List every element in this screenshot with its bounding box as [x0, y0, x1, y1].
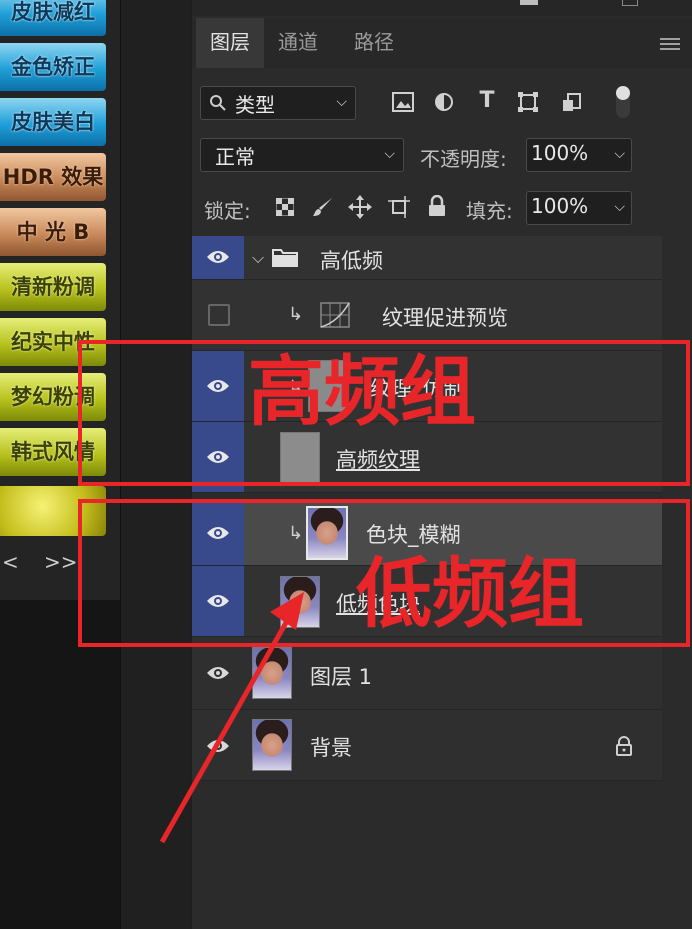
shape-filter-icon[interactable] [518, 92, 538, 112]
preset-button[interactable]: 皮肤美白 [0, 98, 106, 146]
prev-page-button[interactable]: < [2, 550, 19, 574]
eye-icon [207, 380, 229, 392]
visibility-toggle[interactable] [192, 501, 244, 565]
visibility-toggle[interactable] [192, 422, 244, 492]
filter-kind-select[interactable]: 类型 ⌵ [200, 86, 356, 120]
chevron-down-icon: ⌵ [336, 94, 347, 110]
lock-transparent-pixels-icon[interactable] [276, 198, 294, 216]
layer-name: 背景 [310, 736, 352, 760]
row-gap [192, 493, 662, 501]
opacity-label: 不透明度: [420, 147, 507, 171]
layer-name: 色块_模糊 [366, 523, 461, 547]
low-frequency-group-label: 低频组 [356, 549, 584, 638]
lock-label: 锁定: [204, 199, 251, 223]
folder-icon [272, 249, 298, 267]
panel-icon[interactable] [520, 0, 538, 5]
high-frequency-group-label: 高频组 [248, 347, 476, 436]
chevron-down-icon[interactable]: ⌵ [252, 248, 264, 268]
layer-thumbnail [252, 647, 292, 699]
chevron-down-icon[interactable]: ⌵ [614, 146, 625, 162]
lock-artboard-icon[interactable] [388, 196, 410, 218]
lock-icon [616, 736, 632, 756]
lock-all-icon[interactable] [428, 195, 446, 217]
layers-panel: 图层 通道 路径 类型 ⌵ T 正常 ⌵ 不透明度: 100% ⌵ 锁定: 填充… [192, 0, 692, 929]
preset-button[interactable]: 清新粉调 [0, 263, 106, 311]
preset-button[interactable]: 梦幻粉调 [0, 373, 106, 421]
layer-thumbnail [306, 506, 348, 560]
eye-icon [207, 595, 229, 607]
lock-position-icon[interactable] [348, 195, 372, 219]
panel-menu-icon[interactable] [660, 38, 680, 50]
layer-thumbnail [252, 719, 292, 771]
eye-icon[interactable] [206, 738, 230, 754]
eye-icon [207, 251, 229, 263]
preset-button[interactable]: 金色矫正 [0, 43, 106, 91]
chevron-down-icon: ⌵ [384, 146, 395, 162]
layer-row-group[interactable]: ⌵ 高低频 [192, 236, 662, 280]
layer-row[interactable]: ↳ 纹理促进预览 [192, 280, 662, 351]
layer-row[interactable]: 图层 1 [192, 637, 662, 710]
panel-tabs: 图层 通道 路径 [192, 18, 692, 68]
visibility-toggle[interactable] [192, 566, 244, 636]
chevron-down-icon[interactable]: ⌵ [614, 199, 625, 215]
tab-layers[interactable]: 图层 [196, 18, 264, 68]
eye-icon [207, 451, 229, 463]
clip-arrow-icon: ↳ [288, 523, 304, 544]
visibility-toggle[interactable] [192, 351, 244, 421]
visibility-toggle[interactable] [208, 304, 230, 326]
layer-list: ⌵ 高低频 ↳ 纹理促进预览 ↳ 纹理_仿制 高频纹理 ↳ 色块_模糊 低频色块… [192, 236, 662, 782]
blend-mode-value: 正常 [215, 145, 255, 169]
filter-toggle[interactable] [616, 86, 630, 118]
eye-icon [207, 527, 229, 539]
layer-thumbnail [280, 576, 320, 628]
smart-object-filter-icon[interactable] [562, 92, 582, 112]
eye-icon[interactable] [206, 665, 230, 681]
fill-input[interactable]: 100% ⌵ [526, 191, 632, 225]
tab-paths[interactable]: 路径 [354, 18, 394, 68]
curves-adjustment-icon [320, 302, 350, 328]
image-filter-icon[interactable] [392, 92, 414, 112]
preset-texture-button[interactable] [0, 486, 106, 536]
layer-thumbnail [280, 432, 320, 484]
opacity-value: 100% [531, 141, 589, 165]
search-icon [210, 95, 226, 111]
layer-name: 高低频 [320, 249, 383, 273]
next-page-button[interactable]: >> [44, 550, 78, 574]
preset-pager: < >> [0, 546, 106, 580]
fill-label: 填充: [466, 199, 513, 223]
layer-name: 纹理促进预览 [382, 306, 508, 330]
left-empty-area [0, 600, 120, 929]
preset-button[interactable]: 纪实中性 [0, 318, 106, 366]
opacity-input[interactable]: 100% ⌵ [526, 138, 632, 172]
preset-button[interactable]: 中 光 B [0, 208, 106, 256]
adjustment-filter-icon[interactable] [434, 92, 454, 112]
preset-button[interactable]: HDR 效果 [0, 153, 106, 201]
layer-name: 图层 1 [310, 665, 373, 689]
panel-top-bar [192, 0, 692, 16]
tab-channels[interactable]: 通道 [278, 18, 318, 68]
visibility-toggle[interactable] [192, 236, 244, 279]
clip-arrow-icon: ↳ [288, 304, 304, 325]
fill-value: 100% [531, 194, 589, 218]
layer-row[interactable]: 背景 [192, 710, 662, 781]
trash-icon[interactable] [622, 0, 638, 6]
blend-mode-select[interactable]: 正常 ⌵ [200, 138, 404, 172]
type-filter-icon[interactable]: T [474, 88, 500, 113]
layer-name: 高频纹理 [336, 448, 420, 472]
filter-kind-value: 类型 [235, 93, 275, 117]
preset-button[interactable]: 皮肤减红 [0, 0, 106, 36]
lock-image-pixels-icon[interactable] [312, 196, 334, 218]
tool-strip [120, 0, 191, 929]
preset-button[interactable]: 韩式风情 [0, 428, 106, 476]
